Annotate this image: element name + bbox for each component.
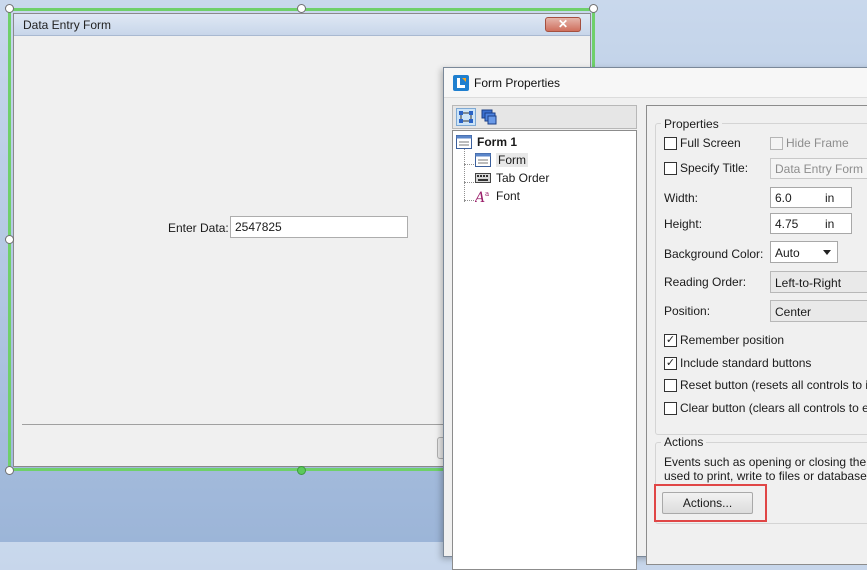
actions-description-line-1: Events such as opening or closing the fo… [664, 455, 867, 469]
specify-title-checkbox[interactable] [664, 162, 677, 175]
tree-item-font[interactable]: A a Font [475, 188, 520, 204]
tree-item-label: Form [496, 153, 528, 167]
form-properties-dialog: Form Properties Form 1 Form Tab Order A … [443, 67, 867, 570]
actions-description-line-2: used to print, write to files or databas… [664, 469, 867, 483]
cascade-windows-icon [481, 109, 497, 125]
tree-toolbar [452, 105, 637, 129]
highlight-annotation [654, 484, 767, 522]
position-select[interactable]: Center [770, 300, 867, 322]
hide-frame-checkbox[interactable] [770, 137, 783, 150]
tree-connector [464, 200, 474, 201]
full-screen-checkbox[interactable] [664, 137, 677, 150]
height-unit: in [825, 217, 835, 231]
enter-data-label: Enter Data: [168, 221, 229, 235]
tree-item-form-1[interactable]: Form 1 [456, 134, 517, 150]
dialog-title: Form Properties [474, 76, 561, 90]
form-icon [475, 153, 491, 167]
position-label: Position: [664, 304, 711, 318]
specify-title-label: Specify Title: [680, 161, 749, 175]
navigation-pane: Form 1 Form Tab Order A a Font [452, 105, 637, 570]
tree-view-icon [459, 111, 473, 123]
reset-button-label: Reset button (resets all controls to ini… [680, 378, 867, 392]
font-icon: A a [475, 190, 489, 203]
tree-item-tab-order[interactable]: Tab Order [475, 170, 549, 186]
include-standard-buttons-label: Include standard buttons [680, 356, 812, 370]
close-icon: ✕ [557, 17, 569, 31]
full-screen-label: Full Screen [680, 136, 741, 150]
tree-item-label: Form 1 [477, 135, 518, 149]
form-tree: Form 1 Form Tab Order A a Font [452, 130, 637, 570]
resize-handle-bottom-left[interactable] [5, 466, 14, 475]
background-color-value: Auto [775, 246, 800, 260]
reset-button-checkbox[interactable] [664, 379, 677, 392]
width-input[interactable]: 6.0 [770, 187, 852, 208]
width-label: Width: [664, 191, 699, 205]
position-value: Center [775, 305, 812, 319]
height-value: 4.75 [775, 217, 799, 231]
keyboard-icon [475, 173, 491, 183]
dialog-titlebar: Form Properties [444, 68, 867, 98]
resize-handle-top-left[interactable] [5, 4, 14, 13]
properties-pane: Properties Full Screen Hide Frame Specif… [646, 105, 867, 565]
remember-position-checkbox[interactable]: ✓ [664, 334, 677, 347]
height-label: Height: [664, 217, 703, 231]
tree-view-button[interactable] [456, 108, 476, 126]
background-color-label: Background Color: [664, 247, 764, 261]
height-input[interactable]: 4.75 [770, 213, 852, 234]
form-separator [22, 424, 452, 425]
include-standard-buttons-checkbox[interactable]: ✓ [664, 357, 677, 370]
form-window-title: Data Entry Form [23, 18, 112, 32]
resize-handle-top[interactable] [297, 4, 306, 13]
resize-handle-bottom[interactable] [297, 466, 306, 475]
chevron-down-icon [823, 250, 831, 255]
app-logo-icon [453, 75, 469, 91]
form-root-icon [456, 135, 472, 149]
reading-order-label: Reading Order: [664, 275, 747, 289]
remember-position-label: Remember position [680, 333, 785, 347]
reading-order-select[interactable]: Left-to-Right [770, 271, 867, 293]
tree-connector [464, 149, 465, 202]
tree-connector [464, 182, 474, 183]
tree-item-form[interactable]: Form [475, 152, 528, 168]
close-button[interactable]: ✕ [545, 17, 581, 32]
form-titlebar: Data Entry Form ✕ [14, 14, 590, 36]
enter-data-input[interactable]: 2547825 [230, 216, 408, 238]
clear-button-checkbox[interactable] [664, 402, 677, 415]
tree-item-label: Tab Order [496, 171, 550, 185]
resize-handle-left[interactable] [5, 235, 14, 244]
properties-group-label: Properties [661, 117, 722, 131]
svg-text:a: a [485, 190, 489, 198]
tree-connector [464, 164, 474, 165]
width-value: 6.0 [775, 191, 792, 205]
clear-button-label: Clear button (clears all controls to emp… [680, 401, 867, 415]
svg-text:A: A [475, 190, 485, 203]
actions-group-label: Actions [661, 435, 707, 449]
cascade-windows-button[interactable] [479, 108, 499, 126]
hide-frame-label: Hide Frame [786, 136, 849, 150]
resize-handle-top-right[interactable] [589, 4, 598, 13]
background-color-select[interactable]: Auto [770, 241, 838, 263]
tree-item-label: Font [496, 189, 521, 203]
reading-order-value: Left-to-Right [775, 276, 842, 290]
width-unit: in [825, 191, 835, 205]
title-input[interactable]: Data Entry Form [770, 158, 867, 179]
